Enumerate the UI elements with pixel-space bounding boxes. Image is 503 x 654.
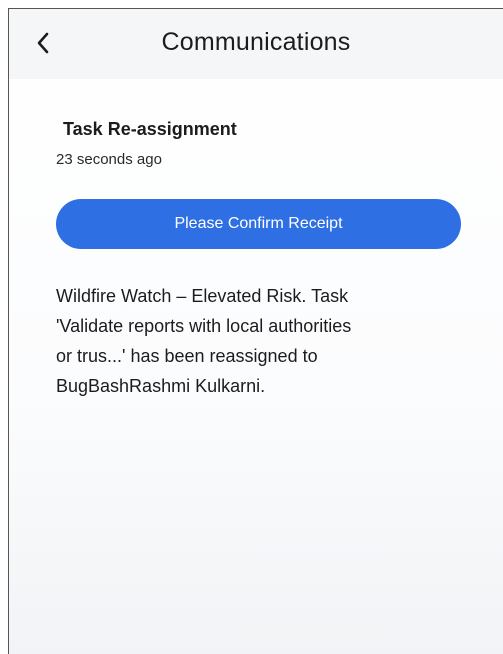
- confirm-receipt-button[interactable]: Please Confirm Receipt: [56, 199, 461, 249]
- notification-card: Task Re-assignment 23 seconds ago Please…: [9, 79, 503, 654]
- notification-timestamp: 23 seconds ago: [56, 151, 162, 168]
- notification-title: Task Re-assignment: [63, 119, 237, 139]
- phone-screen: Communications Task Re-assignment 23 sec…: [8, 8, 503, 654]
- page-title: Communications: [161, 28, 351, 56]
- header-bar: Communications: [9, 9, 503, 79]
- notification-message: Wildfire Watch – Elevated Risk. Task 'Va…: [56, 286, 352, 396]
- app-frame: Communications Task Re-assignment 23 sec…: [0, 0, 503, 654]
